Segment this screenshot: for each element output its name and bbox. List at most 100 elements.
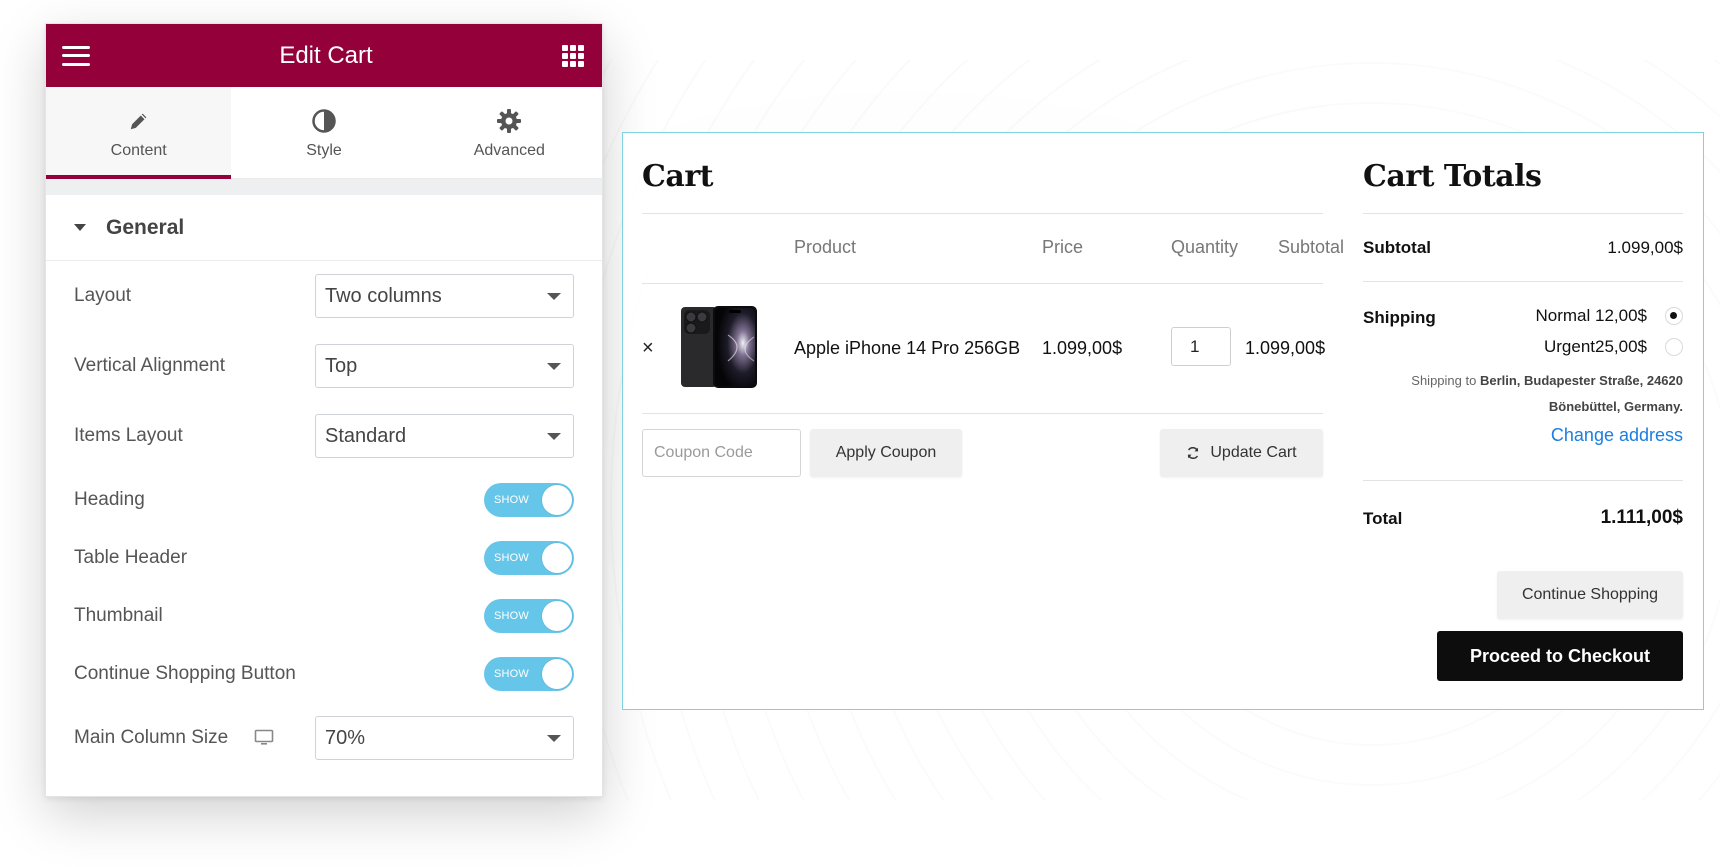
product-price: 1.099,00$	[1042, 338, 1123, 358]
tab-style[interactable]: Style	[231, 87, 416, 178]
main-column-size-label: Main Column Size	[74, 727, 229, 748]
control-items-layout: Items Layout Standard	[74, 401, 574, 471]
tab-content[interactable]: Content	[46, 87, 232, 179]
toggle-text: SHOW	[494, 552, 530, 564]
divider	[1363, 480, 1683, 481]
control-label: Main Column Size	[74, 727, 274, 749]
panel-divider	[46, 179, 602, 195]
tab-style-label: Style	[306, 141, 342, 159]
control-label: Table Header	[74, 547, 188, 568]
select-value: Two columns	[325, 284, 442, 307]
shipping-option-urgent[interactable]: Urgent25,00$	[1544, 337, 1683, 357]
toggle-knob	[542, 601, 572, 631]
control-label: Heading	[74, 489, 145, 510]
cart-totals-heading: Cart Totals	[1363, 159, 1542, 194]
product-thumbnail[interactable]	[680, 305, 758, 389]
edit-cart-panel: Edit Cart Content Style Advanced General…	[45, 23, 603, 797]
control-heading: Heading SHOW	[74, 471, 574, 529]
control-thumbnail: Thumbnail SHOW	[74, 587, 574, 645]
remove-item-icon[interactable]: ×	[642, 337, 654, 360]
select-value: Standard	[325, 424, 407, 447]
control-label: Layout	[74, 285, 132, 306]
table-header-toggle[interactable]: SHOW	[484, 541, 574, 575]
toggle-text: SHOW	[494, 494, 530, 506]
desktop-monitor-icon[interactable]	[254, 729, 274, 747]
column-header-price: Price	[1042, 237, 1084, 257]
divider	[642, 283, 1323, 284]
product-name-link[interactable]: Apple iPhone 14 Pro 256GB	[794, 338, 1020, 359]
cart-heading: Cart	[642, 159, 713, 194]
pencil-icon	[128, 106, 150, 136]
control-label: Thumbnail	[74, 605, 163, 626]
divider	[642, 213, 1323, 214]
select-value: 70%	[325, 726, 366, 749]
controls-list: Layout Two columns Vertical Alignment To…	[46, 261, 602, 773]
control-label: Items Layout	[74, 425, 183, 446]
tab-advanced[interactable]: Advanced	[417, 87, 602, 178]
toggle-text: SHOW	[494, 668, 530, 680]
divider	[642, 413, 1323, 414]
toggle-knob	[542, 485, 572, 515]
panel-tabs: Content Style Advanced	[46, 87, 602, 179]
control-continue-shopping: Continue Shopping Button SHOW	[74, 645, 574, 703]
subtotal-value: 1.099,00$	[1607, 238, 1683, 257]
proceed-to-checkout-button[interactable]: Proceed to Checkout	[1437, 631, 1683, 681]
continue-shopping-button[interactable]: Continue Shopping	[1497, 571, 1683, 619]
apply-coupon-button[interactable]: Apply Coupon	[810, 429, 962, 477]
column-header-subtotal: Subtotal	[1278, 237, 1345, 257]
divider	[1363, 281, 1683, 282]
thumbnail-toggle[interactable]: SHOW	[484, 599, 574, 633]
refresh-icon	[1188, 446, 1199, 460]
shipping-destination: Shipping to Berlin, Budapester Straße, 2…	[1363, 368, 1683, 420]
update-cart-label: Update Cart	[1210, 444, 1297, 461]
section-title: General	[106, 215, 185, 239]
column-header-quantity: Quantity	[1171, 237, 1239, 257]
vertical-alignment-select[interactable]: Top	[315, 344, 574, 388]
update-cart-button[interactable]: Update Cart	[1160, 429, 1323, 477]
shipping-option-label: Urgent25,00$	[1543, 337, 1647, 356]
divider	[1363, 213, 1683, 214]
toggle-text: SHOW	[494, 610, 530, 622]
shipping-radio-urgent[interactable]	[1665, 338, 1683, 356]
toggle-knob	[542, 543, 572, 573]
control-layout: Layout Two columns	[74, 261, 574, 331]
caret-down-icon	[547, 362, 561, 370]
shipping-address-line2: Bönebüttel, Germany.	[1548, 399, 1683, 414]
subtotal-label: Subtotal	[1363, 238, 1431, 257]
gear-icon	[496, 106, 522, 136]
quantity-input[interactable]: 1	[1171, 327, 1231, 366]
control-label: Continue Shopping Button	[74, 663, 296, 684]
half-circle-icon	[311, 106, 337, 136]
shipping-radio-normal[interactable]	[1665, 307, 1683, 325]
change-address-link[interactable]: Change address	[1551, 425, 1683, 446]
panel-header: Edit Cart	[46, 24, 602, 87]
shipping-to-prefix: Shipping to	[1411, 373, 1477, 388]
caret-down-icon	[547, 734, 561, 742]
caret-down-icon	[547, 292, 561, 300]
total-value: 1.111,00$	[1600, 507, 1683, 528]
cart-widget[interactable]: Cart Product Price Quantity Subtotal × A…	[622, 132, 1704, 710]
shipping-label: Shipping	[1363, 308, 1436, 327]
tab-advanced-label: Advanced	[473, 141, 545, 159]
continue-shopping-toggle[interactable]: SHOW	[484, 657, 574, 691]
caret-down-icon	[74, 224, 86, 231]
product-subtotal: 1.099,00$	[1245, 338, 1326, 358]
section-general-toggle[interactable]: General	[46, 195, 602, 261]
control-table-header: Table Header SHOW	[74, 529, 574, 587]
shipping-address-line1: Berlin, Budapester Straße, 24620	[1479, 373, 1683, 388]
control-main-column-size: Main Column Size 70%	[74, 703, 574, 773]
hamburger-menu-icon[interactable]	[62, 45, 90, 66]
control-vertical-alignment: Vertical Alignment Top	[74, 331, 574, 401]
widgets-grid-icon[interactable]	[562, 44, 584, 67]
select-value: Top	[325, 354, 358, 377]
heading-toggle[interactable]: SHOW	[484, 483, 574, 517]
items-layout-select[interactable]: Standard	[315, 414, 574, 458]
tab-content-label: Content	[110, 141, 167, 159]
layout-select[interactable]: Two columns	[315, 274, 574, 318]
shipping-option-label: Normal 12,00$	[1535, 306, 1647, 325]
coupon-code-input[interactable]: Coupon Code	[642, 429, 801, 477]
main-column-size-select[interactable]: 70%	[315, 716, 574, 760]
shipping-option-normal[interactable]: Normal 12,00$	[1535, 306, 1683, 326]
panel-title: Edit Cart	[279, 41, 373, 69]
total-label: Total	[1363, 509, 1403, 528]
